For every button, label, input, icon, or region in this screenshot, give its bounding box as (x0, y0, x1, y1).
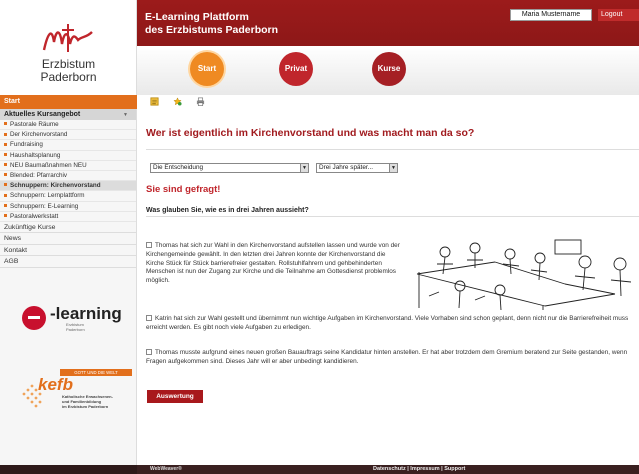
nav-privat-button[interactable]: Privat (279, 52, 313, 86)
evaluate-button[interactable]: Auswertung (147, 390, 203, 403)
sidebar-main-item[interactable]: News (0, 233, 136, 245)
header: E-Learning Plattform des Erzbistums Pade… (137, 0, 639, 95)
nav-start-button[interactable]: Start (190, 52, 224, 86)
user-name-button[interactable]: Maria Mustername (510, 9, 592, 21)
bullet-icon (4, 163, 7, 167)
bullet-icon (4, 152, 7, 156)
kefb-logo[interactable]: GOTT UND DIE WELT kefb Katholische Erwac… (16, 369, 136, 421)
sidebar-item[interactable]: Pastorale Räume (0, 120, 136, 131)
scenario-select[interactable]: Die Entscheidung ▼ (150, 163, 309, 173)
logout-button[interactable]: Logout (598, 9, 639, 21)
section-subtitle: Sie sind gefragt! (146, 184, 221, 195)
answer-checkbox[interactable] (146, 242, 152, 248)
sidebar-main-item[interactable]: Kontakt (0, 245, 136, 257)
cross-logo-icon (42, 24, 93, 52)
notes-icon[interactable] (150, 97, 159, 106)
page: Erzbistum Paderborn Start Aktuelles Kurs… (0, 0, 639, 474)
bullet-icon (4, 183, 7, 187)
answer-option-2[interactable]: Katrin hat sich zur Wahl gestellt und üb… (146, 315, 639, 333)
meeting-sketch-illustration (416, 239, 632, 310)
sidebar-section-header[interactable]: Aktuelles Kursangebot ▼ (0, 109, 136, 120)
logo-line2: Paderborn (40, 70, 97, 84)
sidebar-item[interactable]: Haushaltsplanung (0, 151, 136, 161)
answer-checkbox[interactable] (146, 349, 152, 355)
erzbistum-logo[interactable]: Erzbistum Paderborn (0, 0, 137, 95)
footer: WebWeaver® Datenschutz | Impressum | Sup… (0, 465, 639, 474)
chevron-down-icon: ▼ (389, 164, 397, 172)
toolbar (137, 95, 639, 109)
bullet-icon (4, 193, 7, 197)
question-text: Was glauben Sie, wie es in drei Jahren a… (146, 207, 309, 214)
sidebar-main-item[interactable]: Zukünftige Kurse (0, 222, 136, 234)
bullet-icon (4, 122, 7, 126)
sidebar-main-item[interactable]: AGB (0, 256, 136, 268)
divider (146, 216, 639, 217)
print-icon[interactable] (196, 97, 205, 106)
bullet-icon (4, 203, 7, 207)
bullet-icon (4, 173, 7, 177)
time-select[interactable]: Drei Jahre später... ▼ (316, 163, 398, 173)
answer-option-1[interactable]: Thomas hat sich zur Wahl in den Kirchenv… (146, 242, 404, 286)
main-nav: Start Privat Kurse (137, 46, 639, 95)
sidebar-start[interactable]: Start (0, 95, 137, 109)
nav-kurse-button[interactable]: Kurse (372, 52, 406, 86)
bullet-icon (4, 142, 7, 146)
e-logo-icon (22, 306, 46, 330)
add-favorite-icon[interactable] (173, 97, 182, 106)
sidebar-item[interactable]: Schnuppern: Lernplattform (0, 191, 136, 202)
footer-links[interactable]: Datenschutz | Impressum | Support (373, 465, 465, 474)
page-title: E-Learning Plattform des Erzbistums Pade… (145, 11, 279, 36)
chevron-down-icon: ▼ (123, 112, 128, 118)
sidebar-item-active[interactable]: Schnuppern: Kirchenvorstand (0, 181, 136, 192)
answer-option-3[interactable]: Thomas musste aufgrund eines neuen große… (146, 349, 639, 367)
sidebar-item[interactable]: Blended: Pfarrarchiv (0, 171, 136, 182)
bullet-icon (4, 132, 7, 136)
chevron-down-icon: ▼ (300, 164, 308, 172)
main-content: Wer ist eigentlich im Kirchenvorstand un… (137, 109, 639, 465)
sidebar-item[interactable]: Schnuppern: E-Learning (0, 202, 136, 212)
divider (146, 149, 639, 150)
section-label: Aktuelles Kursangebot (4, 111, 81, 118)
question-title: Wer ist eigentlich im Kirchenvorstand un… (146, 127, 475, 139)
sidebar-item[interactable]: Pastoralwerkstatt (0, 212, 136, 222)
elearning-logo[interactable]: -learning Erzbistum Paderborn (22, 304, 132, 334)
sidebar-item[interactable]: Der Kirchenvorstand (0, 130, 136, 141)
answer-checkbox[interactable] (146, 315, 152, 321)
sidebar-item[interactable]: Fundraising (0, 140, 136, 151)
sidebar-item[interactable]: NEU Baumaßnahmen NEU (0, 161, 136, 171)
sidebar: Aktuelles Kursangebot ▼ Pastorale Räume … (0, 109, 137, 465)
bullet-icon (4, 214, 7, 218)
webweaver-logo[interactable]: WebWeaver® (150, 465, 182, 474)
